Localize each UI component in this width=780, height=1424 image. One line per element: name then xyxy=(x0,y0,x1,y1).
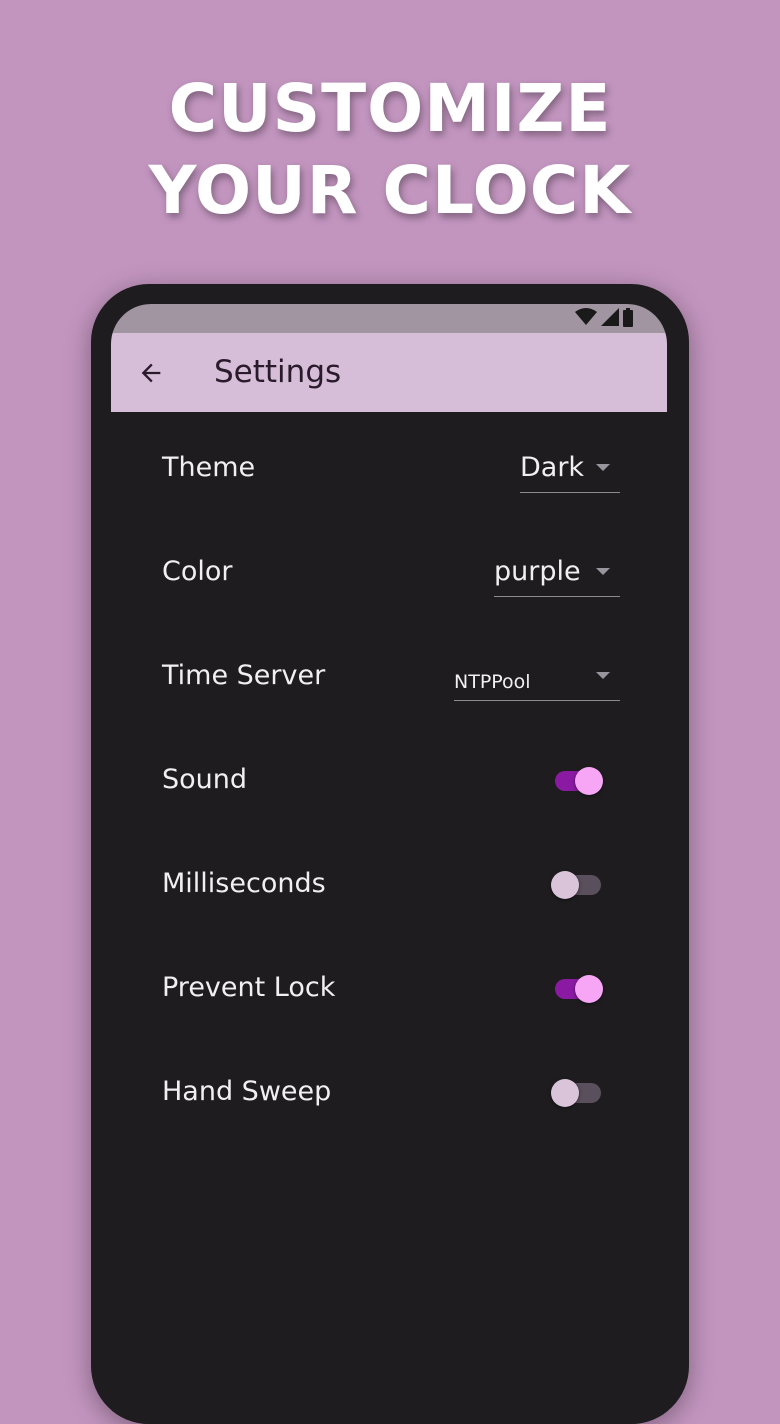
status-icons xyxy=(575,307,633,327)
setting-row-color: Color purple xyxy=(111,516,667,620)
dropdown-arrow-icon xyxy=(596,568,610,575)
battery-icon xyxy=(623,307,633,327)
headline-line-1: CUSTOMIZE xyxy=(168,70,612,147)
sound-toggle[interactable] xyxy=(551,764,607,798)
sound-label: Sound xyxy=(162,764,248,795)
setting-row-prevent-lock: Prevent Lock xyxy=(111,932,667,1036)
milliseconds-label: Milliseconds xyxy=(162,868,326,899)
setting-row-sound: Sound xyxy=(111,724,667,828)
setting-row-theme: Theme Dark xyxy=(111,412,667,516)
page-title: Settings xyxy=(214,354,342,390)
toggle-thumb xyxy=(575,975,603,1003)
theme-dropdown[interactable]: Dark xyxy=(520,448,620,493)
phone-frame: Settings Theme Dark Color purple Time Se… xyxy=(91,284,689,1424)
prevent-lock-label: Prevent Lock xyxy=(162,972,336,1003)
setting-row-time-server: Time Server NTPPool xyxy=(111,620,667,724)
status-bar xyxy=(111,304,667,333)
time-server-dropdown[interactable]: NTPPool xyxy=(454,656,620,701)
dropdown-arrow-icon xyxy=(596,672,610,679)
prevent-lock-toggle[interactable] xyxy=(551,972,607,1006)
color-dropdown[interactable]: purple xyxy=(494,552,620,597)
hand-sweep-label: Hand Sweep xyxy=(162,1076,332,1107)
time-server-value: NTPPool xyxy=(454,671,531,693)
color-value: purple xyxy=(494,556,581,587)
setting-row-hand-sweep: Hand Sweep xyxy=(111,1036,667,1140)
dropdown-arrow-icon xyxy=(596,464,610,471)
milliseconds-toggle[interactable] xyxy=(551,868,607,902)
phone-screen: Settings Theme Dark Color purple Time Se… xyxy=(111,304,667,1424)
signal-icon xyxy=(601,308,619,326)
arrow-back-icon xyxy=(141,363,161,383)
toggle-thumb xyxy=(551,871,579,899)
theme-value: Dark xyxy=(520,452,585,483)
toggle-thumb xyxy=(575,767,603,795)
time-server-label: Time Server xyxy=(162,660,326,691)
hand-sweep-toggle[interactable] xyxy=(551,1076,607,1110)
wifi-icon xyxy=(575,308,597,325)
color-label: Color xyxy=(162,556,233,587)
back-button[interactable] xyxy=(131,353,171,393)
theme-label: Theme xyxy=(162,452,256,483)
headline-line-2: YOUR CLOCK xyxy=(148,152,632,229)
toggle-thumb xyxy=(551,1079,579,1107)
app-bar: Settings xyxy=(111,333,667,412)
setting-row-milliseconds: Milliseconds xyxy=(111,828,667,932)
